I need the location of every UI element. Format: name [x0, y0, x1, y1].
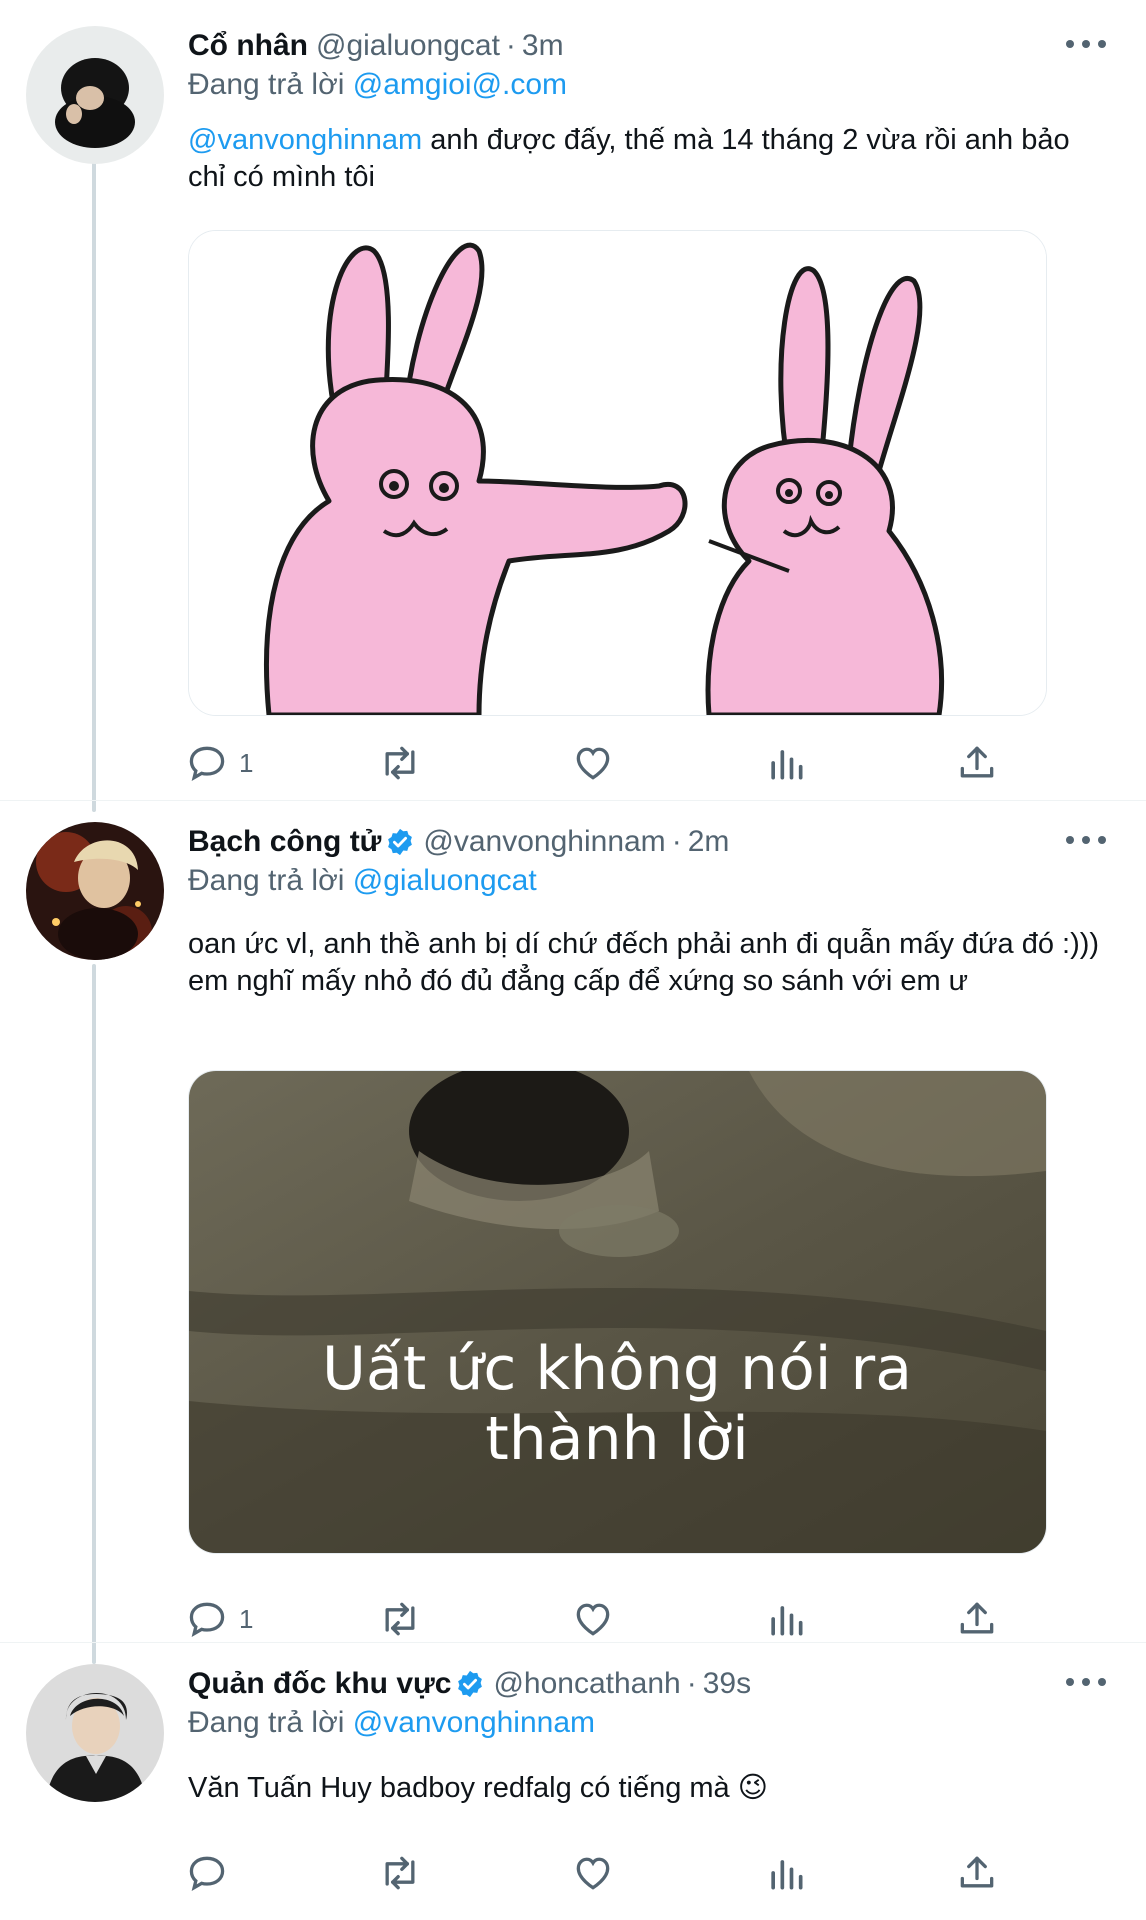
reply-count: 1: [239, 747, 254, 778]
views-button[interactable]: [764, 1594, 808, 1644]
tweet-media-image[interactable]: Uất ức không nói ra thành lời: [188, 1070, 1047, 1554]
views-button[interactable]: [764, 1848, 808, 1898]
separator-dot: ·: [671, 825, 682, 858]
more-options-icon[interactable]: [1066, 32, 1106, 56]
tweet-text-content: Văn Tuấn Huy badboy redfalg có tiếng mà: [188, 1772, 730, 1804]
retweet-icon: [385, 1602, 415, 1636]
verified-badge-icon: [458, 1670, 483, 1698]
retweet-button[interactable]: [378, 1848, 422, 1898]
analytics-icon: [771, 1860, 803, 1890]
reply-icon: [189, 1856, 225, 1892]
reply-count: 1: [239, 1603, 254, 1634]
like-button[interactable]: [571, 1594, 615, 1644]
display-name[interactable]: Quản đốc khu vực: [188, 1667, 451, 1701]
wink-emoji-icon: 😉: [737, 1772, 768, 1804]
share-icon: [960, 1856, 994, 1888]
like-button[interactable]: [571, 1848, 615, 1898]
display-name[interactable]: Bạch công tử: [188, 825, 381, 859]
separator-dot: ·: [505, 29, 516, 62]
avatar[interactable]: [26, 26, 164, 164]
thread-line: [92, 964, 96, 1664]
tweet-header: Quản đốc khu vực @honcathanh · 39s: [188, 1664, 751, 1704]
avatar[interactable]: [26, 1664, 164, 1802]
share-icon: [960, 1602, 994, 1634]
retweet-icon: [385, 746, 415, 780]
replying-to-mention[interactable]: @gialuongcat: [353, 864, 537, 897]
replying-to: Đang trả lời @gialuongcat: [188, 864, 537, 898]
tweet-text: @vanvonghinnam anh được đấy, thế mà 14 t…: [188, 122, 1108, 196]
tweet-header: Bạch công tử @vanvonghinnam · 2m: [188, 822, 729, 862]
retweet-icon: [385, 1856, 415, 1890]
reply-button[interactable]: [185, 1848, 239, 1898]
replying-to: Đang trả lời @vanvonghinnam: [188, 1706, 595, 1740]
tweet-media-image[interactable]: [188, 230, 1047, 716]
replying-to-mention[interactable]: @vanvonghinnam: [353, 1706, 595, 1739]
timestamp[interactable]: 39s: [703, 1667, 751, 1701]
share-button[interactable]: [955, 1848, 999, 1898]
thread-line: [92, 160, 96, 812]
more-options-icon[interactable]: [1066, 828, 1106, 852]
tweet-divider: [0, 1642, 1146, 1643]
tweet-actions: 1: [188, 738, 1008, 788]
avatar[interactable]: [26, 822, 164, 960]
reply-icon: [189, 746, 225, 782]
media-caption-line: Uất ức không nói ra: [322, 1334, 912, 1404]
user-handle[interactable]: @vanvonghinnam: [423, 825, 665, 859]
display-name[interactable]: Cổ nhân: [188, 29, 308, 63]
share-icon: [960, 746, 994, 778]
verified-badge-icon: [388, 828, 413, 856]
reply-icon: [189, 1602, 225, 1638]
analytics-icon: [771, 1606, 803, 1636]
views-button[interactable]: [764, 738, 808, 788]
tweet-text: oan ức vl, anh thề anh bị dí chứ đếch ph…: [188, 926, 1108, 1000]
share-button[interactable]: [955, 738, 999, 788]
reply-button[interactable]: 1: [185, 738, 253, 788]
retweet-button[interactable]: [378, 738, 422, 788]
share-button[interactable]: [955, 1594, 999, 1644]
user-handle[interactable]: @honcathanh: [493, 1667, 680, 1701]
reply-button[interactable]: 1: [185, 1594, 253, 1644]
tweet-text-line: em nghĩ mấy nhỏ đó đủ đẳng cấp để xứng s…: [188, 965, 969, 997]
more-options-icon[interactable]: [1066, 1670, 1106, 1694]
tweet-actions: 1: [188, 1594, 1008, 1644]
analytics-icon: [771, 750, 803, 780]
replying-to-label: Đang trả lời: [188, 1706, 345, 1739]
tweet-actions: [188, 1848, 1008, 1898]
like-button[interactable]: [571, 738, 615, 788]
timestamp[interactable]: 2m: [688, 825, 730, 859]
media-caption-line: thành lời: [485, 1404, 749, 1474]
tweet-text: Văn Tuấn Huy badboy redfalg có tiếng mà …: [188, 1770, 1108, 1807]
tweet-divider: [0, 800, 1146, 801]
separator-dot: ·: [686, 1667, 697, 1700]
heart-icon: [576, 1857, 610, 1890]
replying-to: Đang trả lời @amgioi@.com: [188, 68, 567, 102]
replying-to-label: Đang trả lời: [188, 68, 345, 101]
heart-icon: [576, 1603, 610, 1636]
retweet-button[interactable]: [378, 1594, 422, 1644]
replying-to-mention[interactable]: @amgioi@.com: [353, 68, 567, 101]
timestamp[interactable]: 3m: [522, 29, 564, 63]
text-mention[interactable]: @vanvonghinnam: [188, 124, 422, 156]
tweet-text-line: oan ức vl, anh thề anh bị dí chứ đếch ph…: [188, 928, 1100, 960]
tweet-header: Cổ nhân @gialuongcat · 3m: [188, 26, 564, 66]
heart-icon: [576, 747, 610, 780]
replying-to-label: Đang trả lời: [188, 864, 345, 897]
user-handle[interactable]: @gialuongcat: [316, 29, 500, 63]
